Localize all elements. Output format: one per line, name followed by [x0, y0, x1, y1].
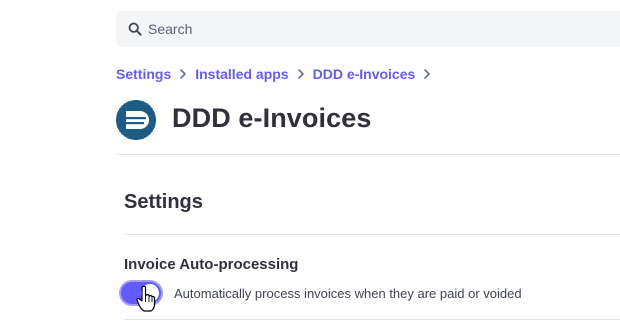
setting-title: Invoice Auto-processing	[124, 256, 299, 273]
breadcrumb-ddd-e-invoices[interactable]: DDD e-Invoices	[313, 66, 416, 82]
page: Settings Installed apps DDD e-Invoices D…	[0, 0, 620, 335]
chevron-right-icon	[289, 69, 313, 79]
search-input[interactable]	[148, 19, 528, 39]
section-title: Settings	[124, 191, 203, 213]
search-bar[interactable]	[116, 11, 620, 47]
breadcrumb-settings[interactable]: Settings	[116, 66, 171, 82]
hand-pointer-icon	[136, 285, 156, 312]
app-logo	[116, 100, 156, 140]
header-divider	[116, 154, 620, 155]
auto-processing-description: Automatically process invoices when they…	[174, 286, 522, 301]
chevron-right-icon	[171, 69, 195, 79]
section-divider	[124, 234, 620, 235]
breadcrumb: Settings Installed apps DDD e-Invoices	[116, 65, 439, 83]
setting-divider	[124, 319, 620, 320]
breadcrumb-installed-apps[interactable]: Installed apps	[195, 66, 288, 82]
page-title: DDD e-Invoices	[172, 103, 372, 133]
chevron-right-icon	[415, 69, 439, 79]
search-icon	[128, 22, 142, 36]
